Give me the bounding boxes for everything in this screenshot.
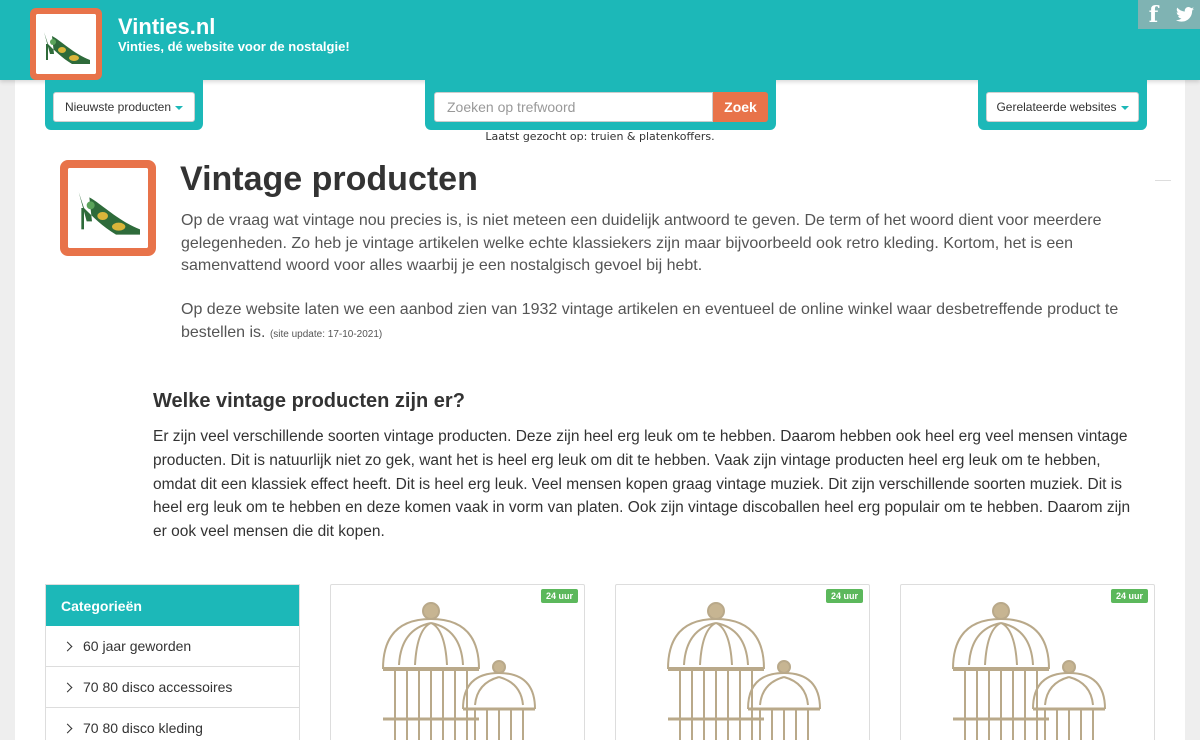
site-logo[interactable] (30, 8, 102, 80)
facebook-icon[interactable]: f (1138, 0, 1169, 29)
category-item[interactable]: 70 80 disco kleding (46, 708, 299, 740)
shoe-icon (68, 168, 148, 248)
newest-products-label: Nieuwste producten (64, 100, 172, 114)
last-searched-text: Laatst gezocht op: truien & platenkoffer… (485, 130, 715, 143)
chevron-right-icon (62, 723, 73, 733)
search-button[interactable]: Zoek (713, 92, 768, 122)
twitter-icon[interactable] (1169, 0, 1200, 29)
chevron-right-icon (62, 641, 73, 651)
product-card[interactable]: 24 uur (900, 584, 1155, 740)
bird-cage-image (382, 602, 536, 740)
category-item[interactable]: 60 jaar geworden (46, 626, 299, 667)
intro-paragraph-1: Op de vraag wat vintage nou precies is, … (181, 212, 1102, 274)
caret-down-icon (175, 106, 184, 110)
categories-panel: Categorieën 60 jaar geworden 70 80 disco… (45, 584, 300, 740)
intro-paragraph-2: Op deze website laten we een aanbod zien… (181, 299, 1121, 346)
category-item[interactable]: 70 80 disco accessoires (46, 667, 299, 708)
bird-cage-image (952, 602, 1106, 740)
product-card[interactable]: 24 uur (330, 584, 585, 740)
product-card[interactable]: 24 uur (615, 584, 870, 740)
shoe-icon (36, 14, 96, 74)
site-tagline: Vinties, dé website voor de nostalgie! (118, 39, 350, 54)
search-input[interactable] (434, 92, 713, 122)
newest-products-dropdown[interactable]: Nieuwste producten (53, 92, 195, 122)
category-label: 70 80 disco accessoires (83, 679, 233, 695)
site-title[interactable]: Vinties.nl (118, 14, 215, 40)
site-header: Vinties.nl Vinties, dé website voor de n… (0, 0, 1200, 80)
chevron-right-icon (62, 682, 73, 692)
site-update-text: (site update: 17-10-2021) (269, 328, 383, 340)
category-label: 70 80 disco kleding (83, 720, 203, 736)
article-text: Er zijn veel verschillende soorten vinta… (153, 428, 1131, 541)
page-title: Vintage producten (180, 160, 478, 198)
section-heading: Welke vintage producten zijn er? (153, 390, 465, 412)
caret-down-icon (1120, 106, 1129, 110)
intro-image (60, 160, 156, 256)
categories-title: Categorieën (46, 585, 299, 626)
category-label: 60 jaar geworden (83, 638, 192, 654)
divider (1155, 180, 1171, 181)
related-websites-label: Gerelateerde websites (996, 100, 1117, 114)
related-websites-dropdown[interactable]: Gerelateerde websites (986, 92, 1139, 122)
bird-cage-image (667, 602, 821, 740)
